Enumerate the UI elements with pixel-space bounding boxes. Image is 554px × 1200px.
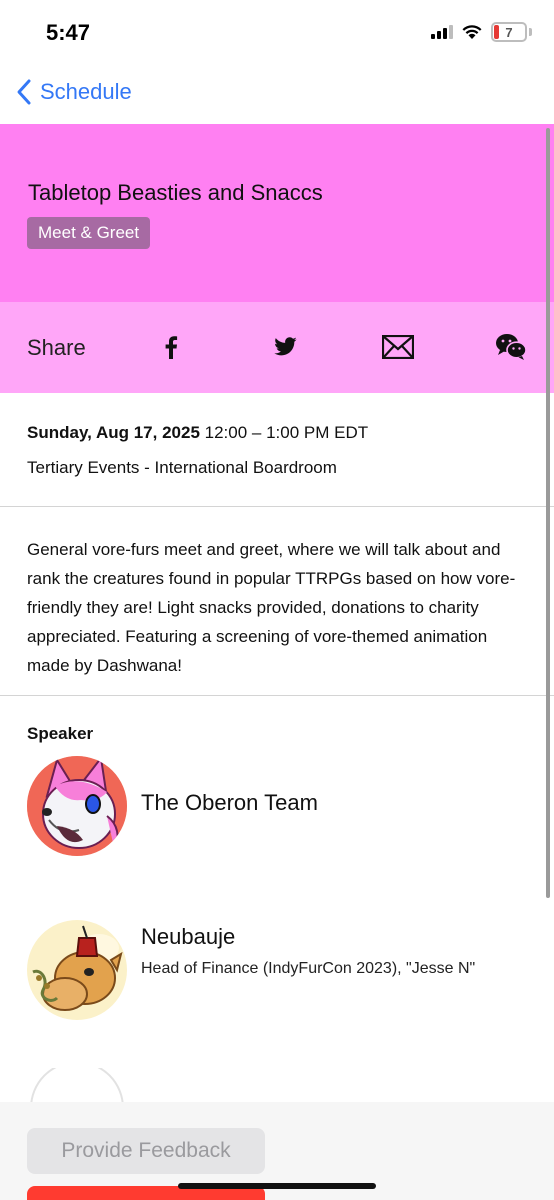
- event-category-tag: Meet & Greet: [27, 217, 151, 249]
- event-location: Tertiary Events - International Boardroo…: [27, 458, 337, 477]
- speaker-role: Head of Finance (IndyFurCon 2023), "Jess…: [141, 960, 476, 977]
- battery-level: [494, 25, 499, 39]
- event-datetime: Sunday, Aug 17, 2025 12:00 – 1:00 PM EDT: [27, 423, 368, 443]
- share-bar: Share: [0, 302, 554, 393]
- battery-icon: 7: [491, 22, 527, 42]
- wifi-icon: [462, 25, 482, 39]
- event-header: Tabletop Beasties and Snaccs Meet & Gree…: [0, 124, 554, 302]
- facebook-share-button[interactable]: [154, 330, 188, 364]
- status-time: 5:47: [46, 20, 91, 45]
- event-title: Tabletop Beasties and Snaccs: [28, 180, 323, 205]
- status-bar: 5:47 7: [0, 0, 554, 66]
- speaker-avatar: [27, 920, 127, 1020]
- email-icon: [382, 335, 414, 359]
- event-description: General vore-furs meet and greet, where …: [0, 507, 554, 696]
- fox-avatar-icon: [27, 756, 127, 856]
- facebook-icon: [165, 336, 178, 359]
- speakers-heading: Speaker: [27, 724, 94, 743]
- battery-percent: 7: [505, 24, 513, 40]
- description-text: General vore-furs meet and greet, where …: [27, 540, 516, 675]
- event-time: 12:00 – 1:00 PM EDT: [204, 423, 369, 442]
- speaker-item[interactable]: Neubauje Head of Finance (IndyFurCon 202…: [27, 920, 527, 1022]
- signal-icon: [431, 25, 453, 39]
- event-info: Sunday, Aug 17, 2025 12:00 – 1:00 PM EDT…: [0, 393, 554, 507]
- twitter-icon: [274, 337, 297, 356]
- status-icons: 7: [431, 22, 532, 42]
- back-label: Schedule: [40, 79, 132, 104]
- camel-avatar-icon: [27, 920, 127, 1020]
- speaker-name: Neubauje: [141, 924, 236, 949]
- scrollbar[interactable]: [546, 128, 550, 898]
- event-date: Sunday, Aug 17, 2025: [27, 423, 200, 442]
- provide-feedback-button[interactable]: Provide Feedback: [27, 1128, 265, 1174]
- speaker-name: The Oberon Team: [141, 790, 318, 815]
- wechat-icon: [496, 334, 527, 360]
- home-indicator: [178, 1183, 376, 1189]
- share-label: Share: [27, 335, 86, 360]
- email-share-button[interactable]: [381, 330, 415, 364]
- chevron-left-icon: [17, 79, 31, 105]
- battery-tip: [529, 28, 532, 36]
- twitter-share-button[interactable]: [268, 330, 302, 364]
- speaker-item[interactable]: The Oberon Team: [27, 756, 527, 858]
- back-button[interactable]: Schedule: [16, 78, 132, 106]
- speaker-avatar: [27, 756, 127, 856]
- wechat-share-button[interactable]: [494, 330, 528, 364]
